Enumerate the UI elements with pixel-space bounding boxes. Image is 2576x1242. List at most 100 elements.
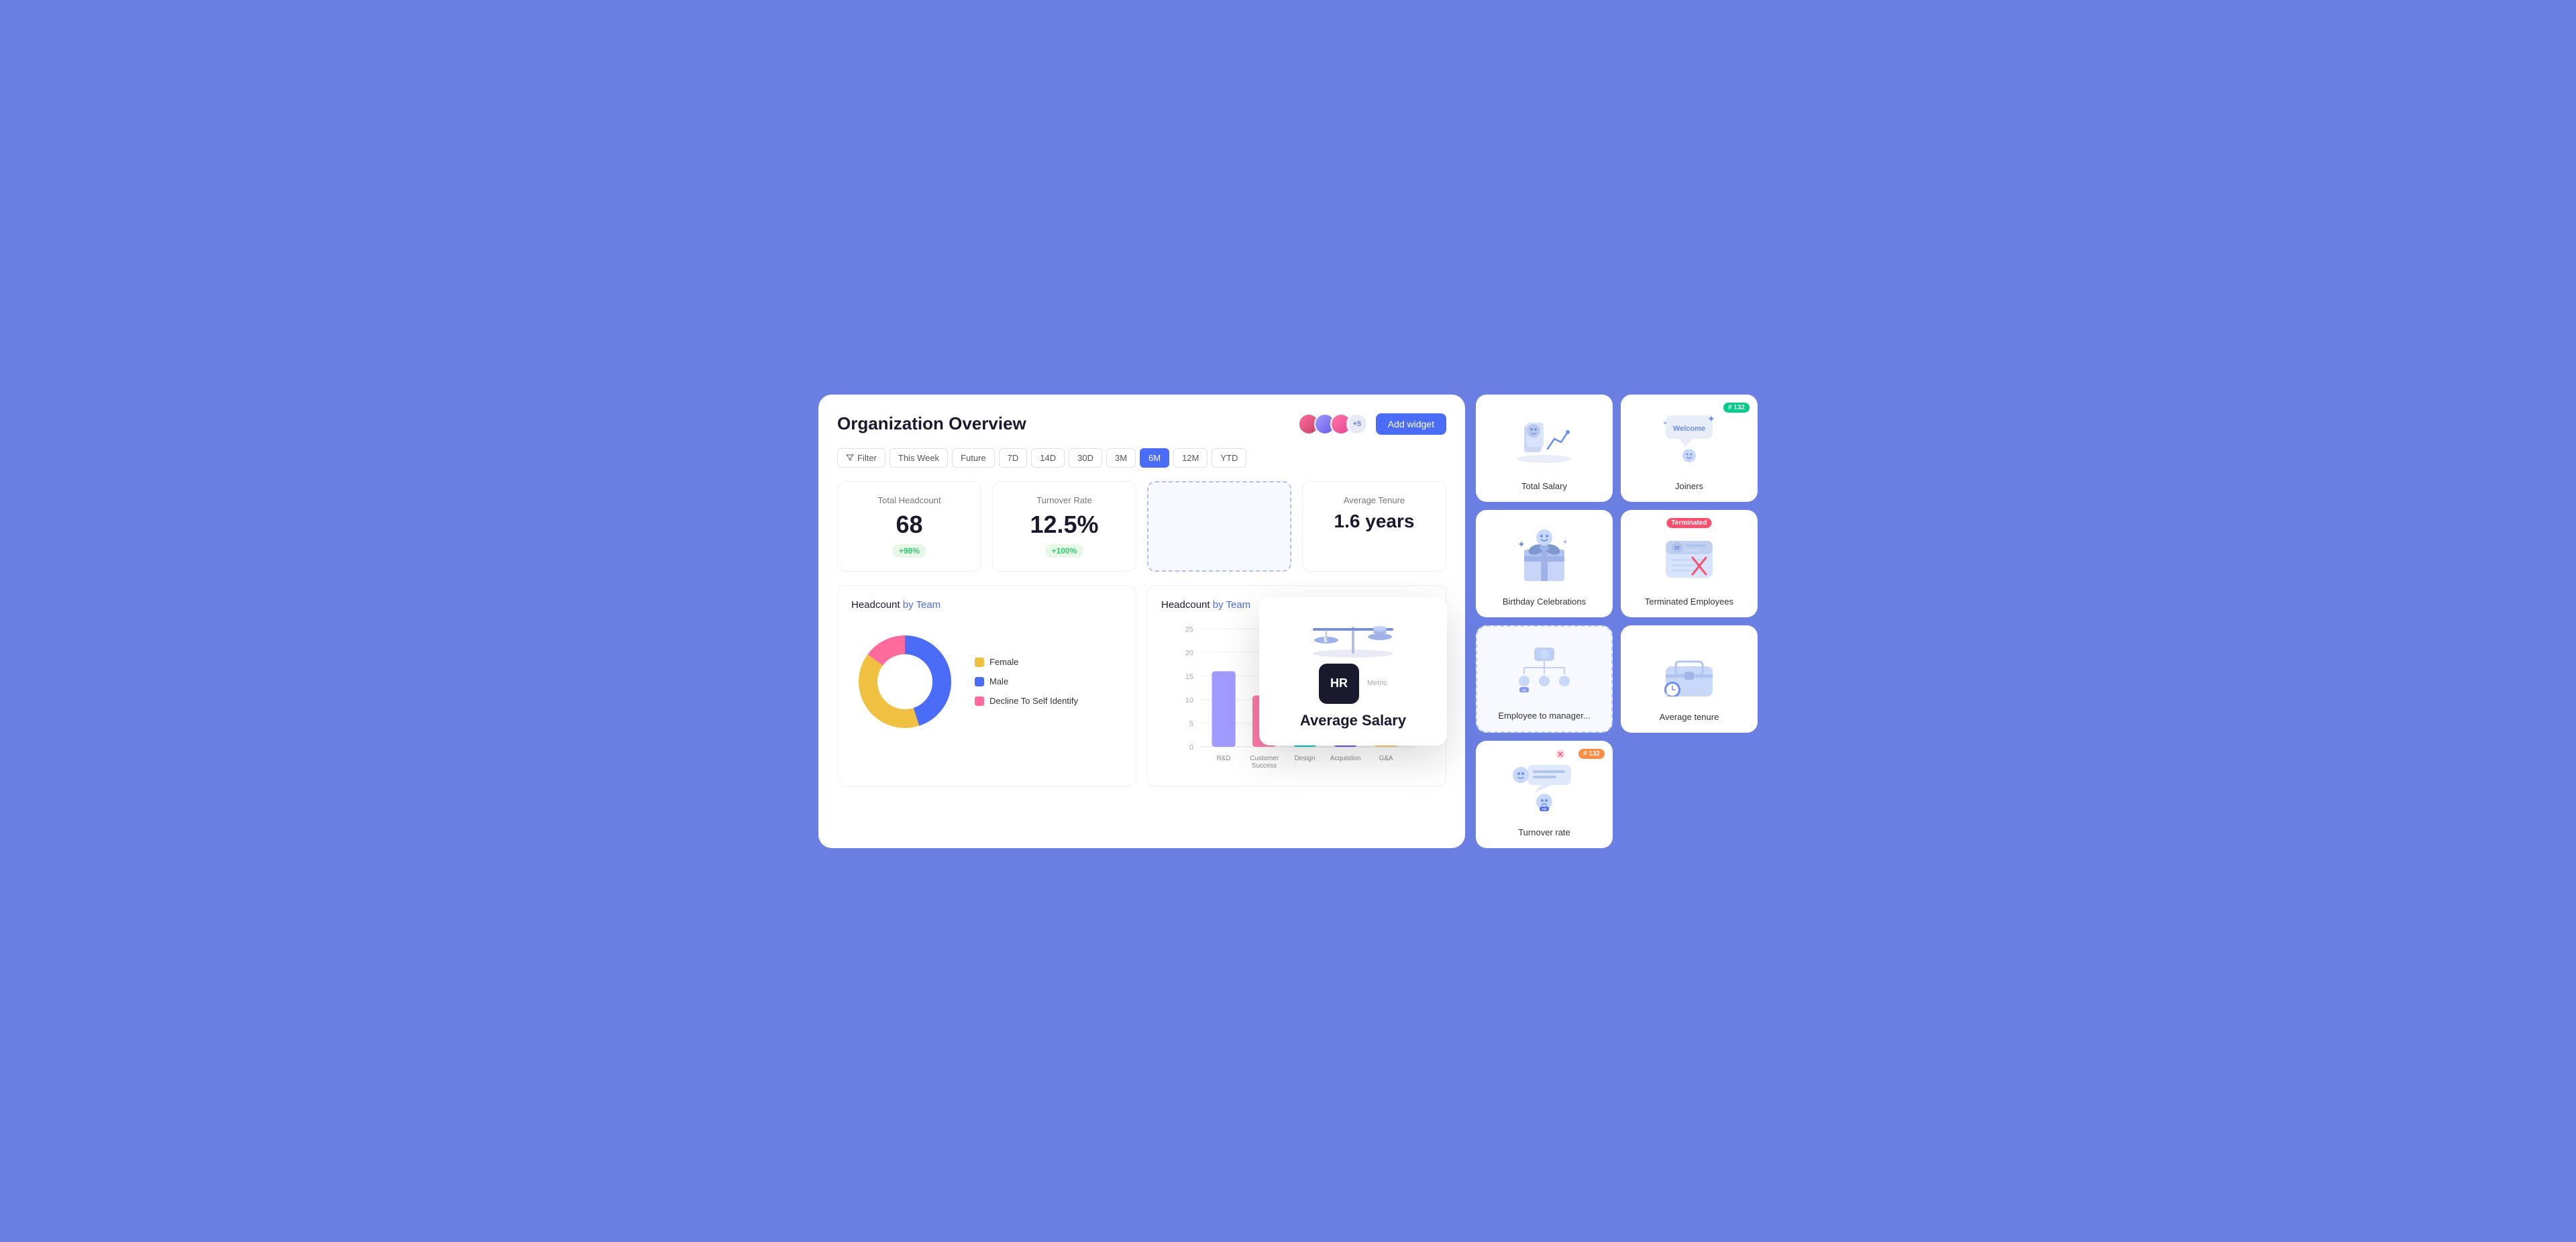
salary-illustration: $ xyxy=(1293,613,1413,660)
widget-joiners[interactable]: # 132 Welcome ✦ ✦ Joiners xyxy=(1621,395,1758,502)
widget-birthday-label: Birthday Celebrations xyxy=(1503,597,1586,607)
widget-total-salary-label: Total Salary xyxy=(1521,481,1567,491)
add-widget-button[interactable]: Add widget xyxy=(1376,413,1446,435)
hr-badge: HR xyxy=(1319,664,1359,704)
bar-title-accent: by Team xyxy=(1213,599,1250,611)
floating-average-salary-card: $ HR Metric Average Salary xyxy=(1259,597,1447,745)
metric-headcount-label: Total Headcount xyxy=(851,495,967,505)
legend-decline: Decline To Self Identify xyxy=(975,696,1078,706)
filter-ytd[interactable]: YTD xyxy=(1212,448,1246,468)
svg-text:Welcome: Welcome xyxy=(1673,425,1705,433)
svg-text:$: $ xyxy=(1324,637,1328,644)
svg-text:Acquistion: Acquistion xyxy=(1330,754,1361,762)
svg-text:✦: ✦ xyxy=(1562,539,1568,546)
avatars-group: +5 xyxy=(1298,413,1368,435)
bottom-charts-row: Headcount by Team Female xyxy=(837,585,1446,786)
widget-terminated-label: Terminated Employees xyxy=(1645,597,1733,607)
metric-avg-tenure: Average Tenure 1.6 years xyxy=(1302,481,1446,572)
terminated-badge: Terminated xyxy=(1666,518,1711,528)
widget-employee-manager-label: Employee to manager... xyxy=(1498,711,1590,721)
floating-card-title: Average Salary xyxy=(1279,712,1427,729)
filter-3m[interactable]: 3M xyxy=(1106,448,1136,468)
metric-turnover-rate: Turnover Rate 12.5% +100% xyxy=(992,481,1136,572)
metric-turnover-value: 12.5% xyxy=(1006,511,1122,539)
svg-text:Design: Design xyxy=(1295,754,1316,762)
svg-text:HR: HR xyxy=(1542,808,1547,812)
donut-chart-title: Headcount by Team xyxy=(851,599,1122,611)
legend-female: Female xyxy=(975,657,1078,667)
widget-birthday-celebrations[interactable]: ✦ ✦ Birthday Celebrations xyxy=(1476,510,1613,617)
legend-dot-decline xyxy=(975,696,984,706)
donut-legend: Female Male Decline To Self Identify xyxy=(975,657,1078,706)
filter-12m[interactable]: 12M xyxy=(1173,448,1208,468)
filter-6m[interactable]: 6M xyxy=(1140,448,1169,468)
svg-text:5: 5 xyxy=(1189,720,1193,728)
metric-turnover-badge: +100% xyxy=(1045,544,1084,558)
filter-7d[interactable]: 7D xyxy=(999,448,1028,468)
filter-button[interactable]: Filter xyxy=(837,448,885,468)
donut-chart-card: Headcount by Team Female xyxy=(837,585,1136,786)
metric-headcount-value: 68 xyxy=(851,511,967,539)
svg-text:25: 25 xyxy=(1185,625,1193,633)
donut-svg xyxy=(851,628,959,735)
widget-joiners-label: Joiners xyxy=(1675,481,1703,491)
filter-bar: Filter This Week Future 7D 14D 30D 3M 6M… xyxy=(837,448,1446,468)
turnover-badge: # 132 xyxy=(1578,749,1605,759)
svg-text:Customer: Customer xyxy=(1250,754,1279,762)
svg-text:R&D: R&D xyxy=(1217,754,1231,762)
turnover-illustration: HR xyxy=(1487,752,1602,819)
birthday-illustration: ✦ ✦ xyxy=(1487,521,1602,588)
metric-turnover-label: Turnover Rate xyxy=(1006,495,1122,505)
header-right: +5 Add widget xyxy=(1298,413,1446,435)
panel-header: Organization Overview +5 Add widget xyxy=(837,413,1446,435)
svg-text:✦: ✦ xyxy=(1662,420,1668,427)
left-panel: Organization Overview +5 Add widget Filt… xyxy=(818,395,1465,848)
metric-tenure-label: Average Tenure xyxy=(1316,495,1432,505)
floating-card-sublabel: Metric xyxy=(1367,679,1387,687)
svg-text:Success: Success xyxy=(1252,762,1277,768)
outer-container: Organization Overview +5 Add widget Filt… xyxy=(818,395,1758,848)
filter-30d[interactable]: 30D xyxy=(1069,448,1102,468)
widget-turnover-rate[interactable]: # 132 xyxy=(1476,741,1613,848)
svg-text:20: 20 xyxy=(1185,649,1193,657)
turnover-x-icon xyxy=(1555,749,1566,763)
filter-14d[interactable]: 14D xyxy=(1031,448,1065,468)
avatar-extra-count: +5 xyxy=(1346,413,1368,435)
svg-text:HR: HR xyxy=(1521,689,1527,693)
svg-text:0: 0 xyxy=(1189,743,1193,752)
joiners-badge: # 132 xyxy=(1723,403,1750,413)
filter-future[interactable]: Future xyxy=(952,448,995,468)
filter-icon xyxy=(846,454,854,462)
legend-dot-male xyxy=(975,677,984,686)
donut-container: Female Male Decline To Self Identify xyxy=(851,621,1122,742)
metric-placeholder xyxy=(1147,481,1291,572)
metrics-row: Total Headcount 68 +98% Turnover Rate 12… xyxy=(837,481,1446,572)
bar-chart-card: Headcount by Team 0 5 10 15 20 25 xyxy=(1147,585,1446,786)
avg-tenure-illustration: 3d xyxy=(1631,636,1747,703)
donut-title-accent: by Team xyxy=(903,599,941,611)
legend-male: Male xyxy=(975,676,1078,686)
total-salary-illustration xyxy=(1487,405,1602,472)
legend-dot-female xyxy=(975,658,984,667)
widget-total-salary[interactable]: Total Salary xyxy=(1476,395,1613,502)
svg-text:3d: 3d xyxy=(1663,692,1668,696)
svg-text:✦: ✦ xyxy=(1517,539,1525,550)
svg-text:10: 10 xyxy=(1185,696,1193,705)
metric-tenure-value: 1.6 years xyxy=(1316,511,1432,532)
terminated-illustration xyxy=(1631,521,1747,588)
svg-text:G&A: G&A xyxy=(1379,754,1393,762)
metric-headcount-badge: +98% xyxy=(892,544,926,558)
widget-turnover-label: Turnover rate xyxy=(1518,827,1570,837)
joiners-illustration: Welcome ✦ ✦ xyxy=(1631,405,1747,472)
widget-employee-to-manager[interactable]: HR Employee to manager... xyxy=(1476,625,1613,733)
widget-terminated-employees[interactable]: Terminated xyxy=(1621,510,1758,617)
widget-average-tenure[interactable]: 3d Average tenure xyxy=(1621,625,1758,733)
svg-text:15: 15 xyxy=(1185,672,1193,680)
filter-this-week[interactable]: This Week xyxy=(890,448,948,468)
employee-manager-illustration: HR xyxy=(1488,637,1601,705)
page-title: Organization Overview xyxy=(837,413,1026,434)
widget-avg-tenure-label: Average tenure xyxy=(1660,712,1719,722)
svg-text:✦: ✦ xyxy=(1707,413,1715,424)
right-panel: Total Salary # 132 Welcome ✦ ✦ xyxy=(1476,395,1758,848)
metric-total-headcount: Total Headcount 68 +98% xyxy=(837,481,981,572)
